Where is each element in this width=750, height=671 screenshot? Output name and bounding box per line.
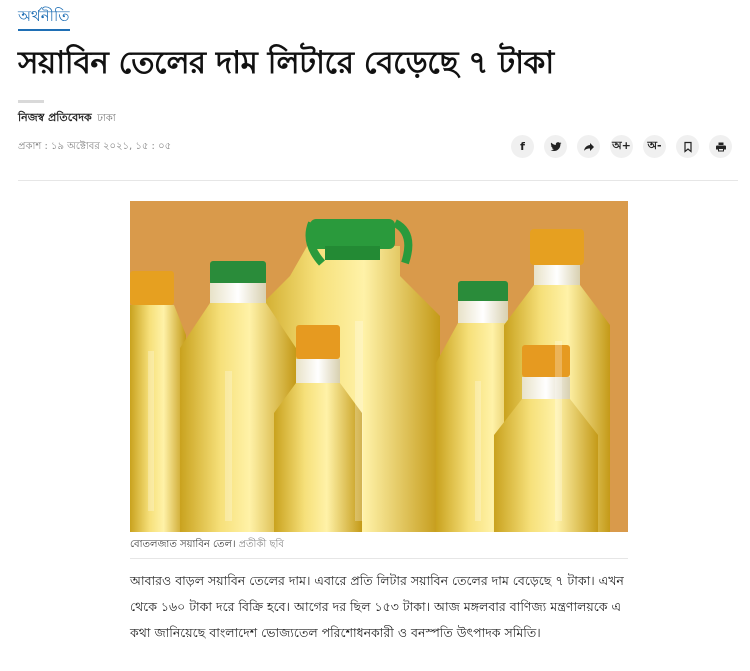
share-icon[interactable] (577, 135, 600, 158)
caption-text: বোতলজাত সয়াবিন তেল। (130, 539, 236, 550)
font-decrease-icon[interactable]: অ- (643, 135, 666, 158)
category-link[interactable]: অর্থনীতি (18, 6, 70, 31)
caption-divider (130, 558, 628, 559)
facebook-glyph: f (520, 140, 525, 153)
publish-date: প্রকাশ : ১৯ অক্টোবর ২০২১, ১৫ : ০৫ (18, 141, 172, 152)
article-body: আবারও বাড়ল সয়াবিন তেলের দাম। এবারে প্র… (130, 573, 624, 640)
photo-caption: বোতলজাত সয়াবিন তেল। প্রতীকী ছবি (130, 536, 284, 554)
bookmark-icon[interactable] (676, 135, 699, 158)
twitter-icon[interactable] (544, 135, 567, 158)
author-divider (18, 100, 44, 103)
font-increase-glyph: অ+ (612, 139, 631, 152)
byline: নিজস্ব প্রতিবেদক ঢাকা (18, 110, 116, 127)
font-increase-icon[interactable]: অ+ (610, 135, 633, 158)
article-photo (130, 201, 628, 532)
share-toolbar: f অ+ অ- (511, 135, 732, 158)
author-name[interactable]: নিজস্ব প্রতিবেদক (18, 111, 92, 124)
print-icon[interactable] (709, 135, 732, 158)
author-location: ঢাকা (97, 113, 116, 124)
caption-credit: প্রতীকী ছবি (238, 539, 284, 550)
facebook-icon[interactable]: f (511, 135, 534, 158)
headline: সয়াবিন তেলের দাম লিটারে বেড়েছে ৭ টাকা (18, 45, 554, 81)
header-divider (18, 180, 738, 181)
font-decrease-glyph: অ- (647, 139, 662, 152)
